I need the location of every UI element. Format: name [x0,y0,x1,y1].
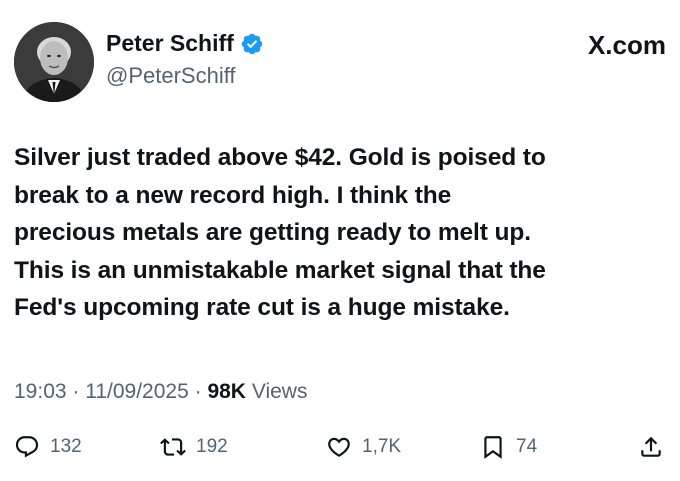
reply-count: 132 [50,436,82,457]
tweet-line: precious metals are getting ready to mel… [14,219,531,247]
tweet-text: Silver just traded above $42. Gold is po… [14,139,669,327]
avatar[interactable] [14,22,94,102]
reply-button[interactable]: 132 [14,434,82,460]
action-bar: 132 192 1,7K 74 [14,434,666,468]
views-count: 98K [207,380,246,403]
meta-separator: · [66,380,86,403]
author-block: Peter Schiff @PeterSchiff [106,30,264,89]
reply-icon [15,436,39,458]
author-name-row: Peter Schiff [106,30,264,57]
repost-button[interactable]: 192 [160,434,228,460]
tweet-line: This is an unmistakable market signal th… [14,256,546,284]
bookmark-icon [484,436,502,459]
views-label: Views [251,380,308,403]
bookmark-count: 74 [516,436,538,457]
repost-icon [160,438,186,456]
share-icon [641,436,661,457]
meta-separator: · [188,380,208,403]
author-handle[interactable]: @PeterSchiff [106,63,264,89]
author-name[interactable]: Peter Schiff [106,30,234,57]
repost-count: 192 [196,436,228,457]
tweet-line: Fed's upcoming rate cut is a huge mistak… [14,294,510,322]
heart-icon [328,437,350,457]
like-count: 1,7K [362,436,402,457]
site-label[interactable]: X.com [588,30,666,61]
tweet-line: Silver just traded above $42. Gold is po… [14,144,546,171]
tweet-meta: 19:03 · 11/09/2025 · 98K Views [14,380,307,404]
share-button[interactable] [638,434,664,460]
bookmark-button[interactable]: 74 [480,434,537,460]
verified-badge-icon [240,32,264,56]
tweet-time[interactable]: 19:03 [14,380,67,403]
site-label-text: X.com [587,30,666,60]
like-button[interactable]: 1,7K [326,434,401,460]
tweet-header: Peter Schiff @PeterSchiff X.com [14,22,666,102]
tweet-line: break to a new record high. I think the [14,181,452,209]
profile-photo [14,22,94,102]
tweet-date[interactable]: 11/09/2025 [85,380,189,403]
